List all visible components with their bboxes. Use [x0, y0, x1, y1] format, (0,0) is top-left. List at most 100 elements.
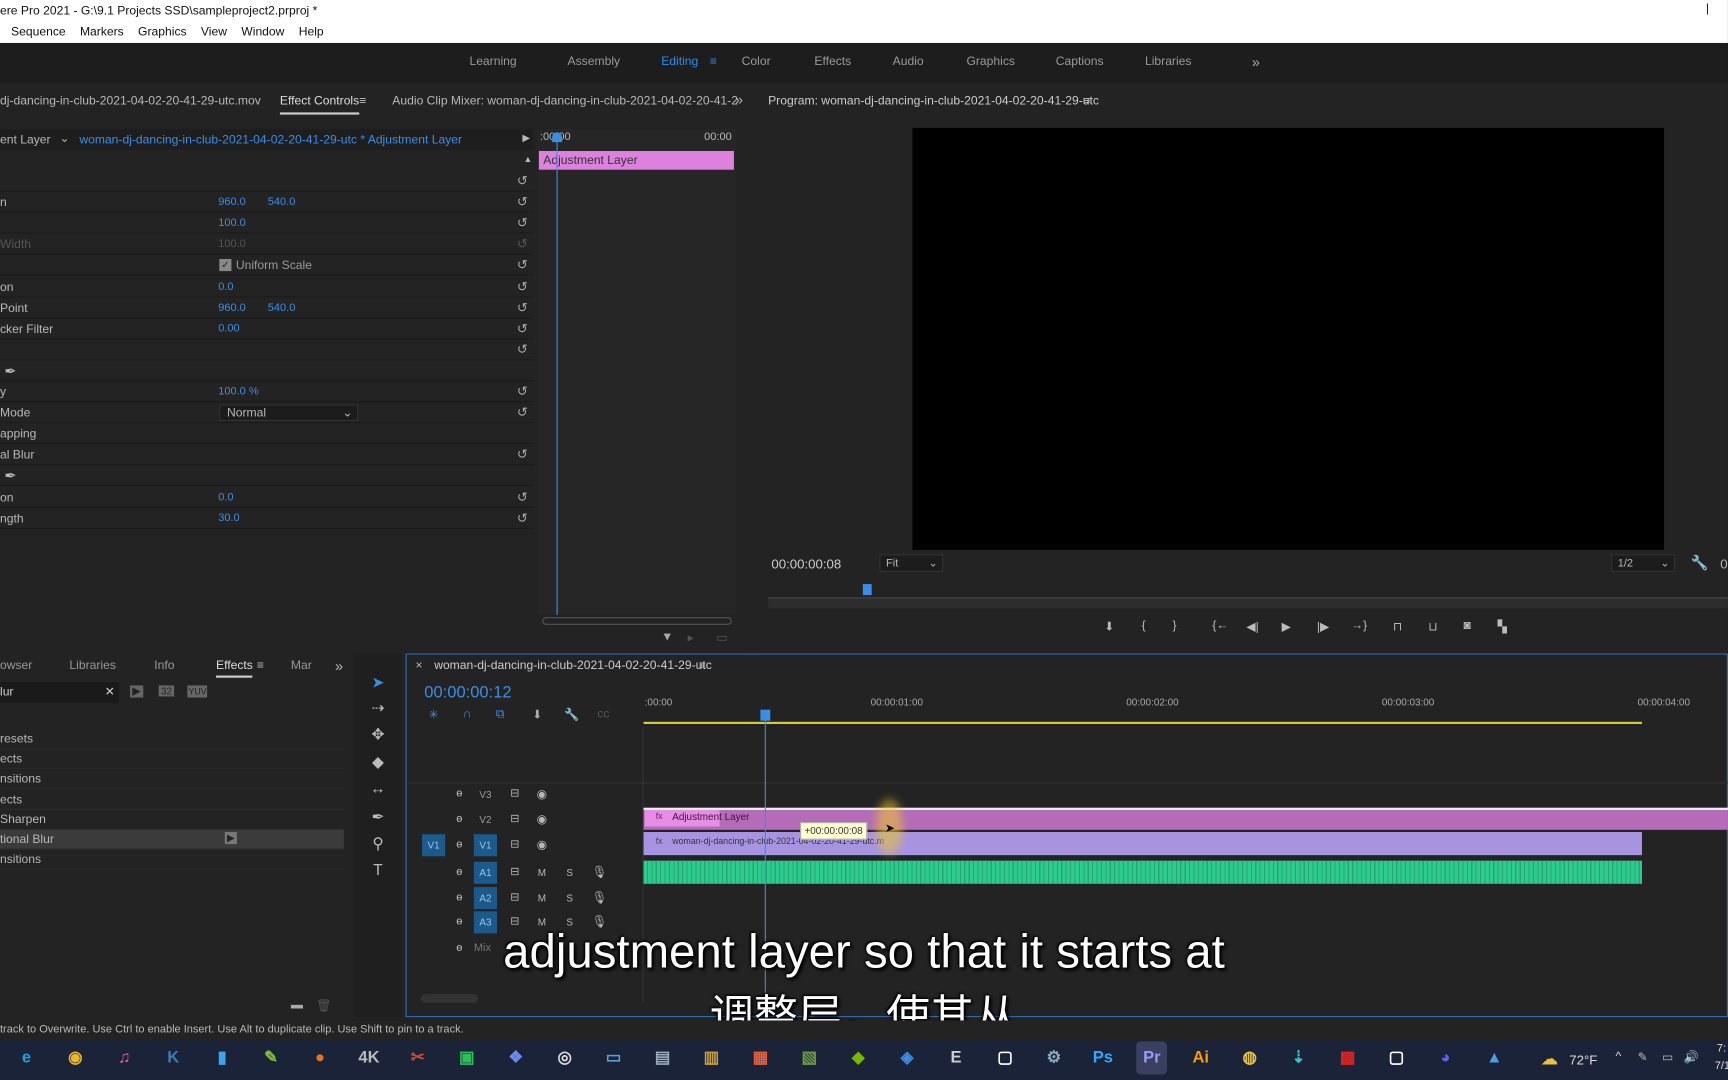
tab-libraries[interactable]: Libraries	[69, 659, 115, 672]
menu-graphics[interactable]: Graphics	[138, 25, 187, 38]
play-triangle-icon[interactable]: ▶	[522, 132, 530, 144]
mini-playhead[interactable]	[556, 134, 558, 615]
reset-icon[interactable]: ↺	[517, 257, 528, 272]
effects-list-item[interactable]	[0, 850, 344, 870]
source-patch-v1[interactable]: V1	[422, 834, 446, 857]
panel-overflow-icon[interactable]: »	[735, 91, 743, 108]
lock-icon[interactable]: ɵ	[456, 839, 462, 851]
tab-workspace-captions[interactable]: Captions	[1056, 55, 1104, 68]
panel-menu-icon[interactable]: ≡	[359, 95, 366, 108]
taskbar-files-icon[interactable]: ▮	[207, 1041, 238, 1074]
taskbar-photos-icon[interactable]: ▧	[794, 1041, 825, 1074]
type-tool-icon[interactable]: T	[369, 861, 387, 879]
mark-out-icon[interactable]: }	[1173, 619, 1177, 632]
mini-zoom-scrollbar[interactable]	[542, 617, 732, 625]
taskbar-library-icon[interactable]: ▥	[696, 1041, 727, 1074]
work-area-bar[interactable]	[643, 721, 1642, 725]
play-icon[interactable]: ▶	[1282, 619, 1291, 633]
property-value[interactable]: 960.0	[218, 302, 246, 314]
lock-icon[interactable]: ɵ	[456, 788, 462, 800]
close-button[interactable]: |	[1706, 2, 1709, 15]
program-timecode[interactable]: 00:00:00:08	[771, 557, 841, 572]
effects-list-item[interactable]	[0, 770, 344, 790]
blend-mode-select[interactable]: Normal ⌄	[219, 404, 359, 422]
taskbar-app4-icon[interactable]: ◈	[892, 1041, 923, 1074]
effects-list-item[interactable]	[0, 750, 344, 770]
property-value[interactable]: 100.0 %	[218, 386, 258, 398]
mute-button[interactable]: M	[538, 892, 546, 903]
taskbar-premiere-icon[interactable]: Pr	[1136, 1041, 1168, 1075]
menu-markers[interactable]: Markers	[80, 25, 124, 38]
track-target-a2[interactable]: A2	[473, 886, 498, 909]
tab-workspace-effects[interactable]: Effects	[814, 55, 851, 68]
mini-adjustment-clip[interactable]: Adjustment Layer	[538, 150, 734, 170]
sequence-clip-label[interactable]: woman-dj-dancing-in-club-2021-04-02-20-4…	[79, 133, 462, 146]
tab-mar[interactable]: Mar	[291, 659, 312, 672]
sync-lock-icon[interactable]: ⊟	[510, 813, 519, 825]
property-value-y[interactable]: 540.0	[268, 196, 296, 208]
reset-icon[interactable]: ↺	[517, 173, 528, 188]
reset-icon[interactable]: ↺	[517, 383, 528, 398]
razor-icon[interactable]: ◆	[369, 753, 387, 772]
tab-source[interactable]: dj-dancing-in-club-2021-04-02-20-41-29-u…	[0, 95, 261, 108]
property-value[interactable]: 30.0	[218, 512, 239, 524]
go-to-in-icon[interactable]: {←	[1212, 619, 1228, 632]
taskbar-gallery-icon[interactable]: ▲	[1479, 1041, 1510, 1074]
sequence-tab[interactable]: woman-dj-dancing-in-club-2021-04-02-20-4…	[434, 659, 712, 672]
sync-lock-icon[interactable]: ⊟	[510, 839, 519, 851]
checkbox[interactable]: ✓	[219, 259, 232, 272]
solo-button[interactable]: S	[566, 867, 573, 878]
panel-menu-icon[interactable]: ≡	[699, 659, 706, 672]
taskbar-epic-icon[interactable]: E	[941, 1041, 972, 1074]
taskbar-4k-icon[interactable]: 4K	[354, 1041, 385, 1074]
taskbar-obs-icon[interactable]: ◎	[549, 1041, 580, 1074]
ripple-edit-icon[interactable]: ✥	[369, 725, 387, 744]
taskbar-perf-icon[interactable]: ▤	[647, 1041, 678, 1074]
tab-owser[interactable]: owser	[0, 659, 32, 672]
lock-icon[interactable]: ɵ	[456, 866, 462, 878]
taskbar-davinci-icon[interactable]: ◍	[1234, 1041, 1265, 1074]
taskbar-chrome-icon[interactable]: ◉	[60, 1041, 91, 1074]
track-target-v1[interactable]: V1	[473, 834, 498, 857]
mute-button[interactable]: M	[538, 917, 546, 928]
reset-icon[interactable]: ↺	[517, 510, 528, 525]
eye-icon[interactable]: ◉	[537, 838, 548, 852]
taskbar-oculus2-icon[interactable]: ▢	[1381, 1041, 1412, 1074]
reset-icon[interactable]: ↺	[517, 447, 528, 462]
tray-app-icon[interactable]: ✎	[1638, 1050, 1648, 1064]
taskbar-monitor-icon[interactable]: ▭	[598, 1041, 629, 1074]
taskbar-itunes-icon[interactable]: ♫	[109, 1041, 140, 1074]
property-value[interactable]: 960.0	[218, 196, 246, 208]
track-target-v2[interactable]: V2	[474, 809, 497, 831]
timeline-timecode[interactable]: 00:00:00:12	[424, 683, 511, 702]
add-marker-icon[interactable]: ⬇	[1104, 619, 1114, 633]
snap-icon[interactable]: ∩	[463, 707, 472, 720]
effects-search-input[interactable]: lur ✕	[0, 682, 120, 704]
tab-workspace-color[interactable]: Color	[742, 55, 771, 68]
export-frame-icon[interactable]: ◙	[1463, 619, 1470, 632]
reset-icon[interactable]: ↺	[517, 299, 528, 314]
property-value-y[interactable]: 540.0	[268, 302, 296, 314]
mark-in-icon[interactable]: {	[1142, 619, 1146, 632]
menu-window[interactable]: Window	[241, 25, 284, 38]
track-target-a3[interactable]: A3	[473, 911, 498, 934]
pen-tool-icon[interactable]: ✒	[369, 808, 387, 827]
lock-icon[interactable]: ɵ	[456, 813, 462, 825]
tray-chevron-icon[interactable]: ^	[1616, 1050, 1622, 1063]
tab-workspace-learning[interactable]: Learning	[469, 55, 516, 68]
nest-toggle-icon[interactable]: ✳	[429, 707, 439, 722]
solo-button[interactable]: S	[566, 892, 573, 903]
compare-view-icon[interactable]: ▚	[1498, 619, 1507, 633]
taskbar-app6-icon[interactable]: ▩	[1332, 1041, 1363, 1074]
program-playhead[interactable]	[862, 584, 872, 596]
network-icon[interactable]: ▭	[1662, 1050, 1673, 1064]
solo-button[interactable]: S	[566, 917, 573, 928]
taskbar-app2-icon[interactable]: ❖	[500, 1041, 531, 1074]
tab-workspace-audio[interactable]: Audio	[893, 55, 924, 68]
taskbar-app-icon[interactable]: ●	[305, 1041, 336, 1074]
reset-icon[interactable]: ↺	[517, 215, 528, 230]
step-forward-icon[interactable]: |▶	[1317, 619, 1329, 633]
effects-list-item[interactable]	[0, 730, 344, 750]
tab-effects[interactable]: Effects	[215, 659, 253, 678]
property-value[interactable]: 100.0	[218, 217, 246, 229]
